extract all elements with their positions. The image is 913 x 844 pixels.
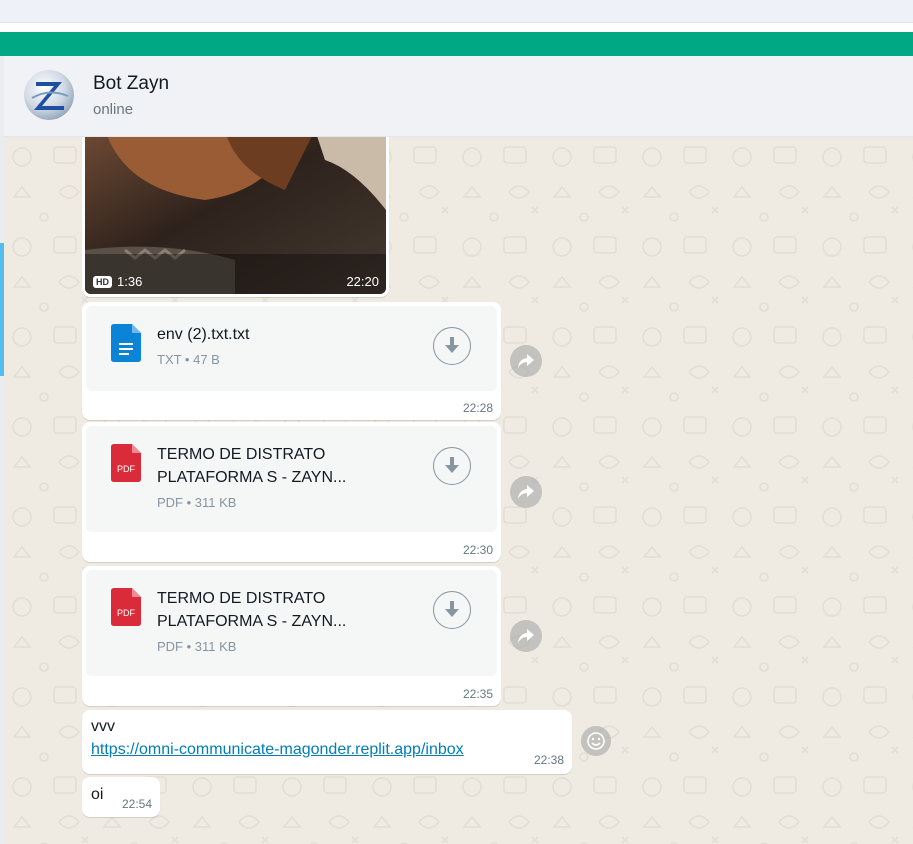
message-time: 22:20 [346,274,379,289]
document-message[interactable]: PDF TERMO DE DISTRATO PLATAFORMA S - ZAY… [82,566,501,706]
forward-button[interactable] [510,476,542,508]
document-meta: TXT • 47 B [157,352,220,367]
document-message[interactable]: env (2).txt.txt TXT • 47 B 22:28 [82,302,501,420]
download-arrow-icon [445,337,459,353]
video-thumbnail[interactable]: HD 1:36 22:20 [85,137,386,294]
react-button[interactable] [581,726,611,756]
app-top-bar [0,32,913,56]
document-card[interactable]: PDF TERMO DE DISTRATO PLATAFORMA S - ZAY… [86,426,497,532]
spacer [0,23,913,32]
zayn-logo-avatar-icon [24,70,74,120]
pdf-file-icon: PDF [111,588,141,626]
pdf-file-icon: PDF [111,444,141,482]
message-link[interactable]: https://omni-communicate-magonder.replit… [91,741,464,758]
document-card[interactable]: PDF TERMO DE DISTRATO PLATAFORMA S - ZAY… [86,570,497,676]
forward-button[interactable] [510,620,542,652]
document-meta: PDF • 311 KB [157,639,237,654]
browser-top-strip [0,0,913,23]
download-button[interactable] [433,327,471,365]
chat-area: HD 1:36 22:20 env (2).txt.txt TXT • 47 B [4,137,913,844]
download-arrow-icon [445,457,459,473]
document-title: env (2).txt.txt [157,326,250,343]
avatar[interactable] [24,70,74,120]
video-duration-meta: HD 1:36 [93,274,142,289]
pdf-label: PDF [117,464,136,474]
message-text: vvv [91,718,115,735]
chat-header[interactable]: Bot Zayn online [4,56,913,137]
forward-icon [518,485,534,499]
message-time: 22:54 [121,797,152,811]
text-message[interactable]: oi 22:54 [82,777,160,817]
message-time: 22:30 [462,543,493,557]
download-arrow-icon [445,601,459,617]
document-title: TERMO DE DISTRATO PLATAFORMA S - ZAYN... [157,446,347,486]
document-message[interactable]: PDF TERMO DE DISTRATO PLATAFORMA S - ZAY… [82,422,501,562]
forward-icon [518,629,534,643]
video-message[interactable]: HD 1:36 22:20 [82,137,389,297]
download-button[interactable] [433,447,471,485]
document-title: TERMO DE DISTRATO PLATAFORMA S - ZAYN... [157,590,347,630]
message-text: oi [91,786,104,803]
forward-icon [518,354,534,368]
hd-badge: HD [93,275,112,288]
forward-button[interactable] [510,345,542,377]
smiley-icon [587,732,605,750]
message-time: 22:35 [462,687,493,701]
message-time: 22:28 [462,401,493,415]
video-duration: 1:36 [117,274,143,289]
contact-name[interactable]: Bot Zayn [93,73,169,95]
message-time: 22:38 [533,753,564,767]
video-preview-image [85,137,386,294]
contact-status: online [93,101,134,118]
document-card[interactable]: env (2).txt.txt TXT • 47 B [86,306,497,391]
text-message[interactable]: vvv https://omni-communicate-magonder.re… [82,710,572,774]
document-meta: PDF • 311 KB [157,495,237,510]
download-button[interactable] [433,591,471,629]
pdf-label: PDF [117,608,136,618]
txt-file-icon [111,324,141,362]
